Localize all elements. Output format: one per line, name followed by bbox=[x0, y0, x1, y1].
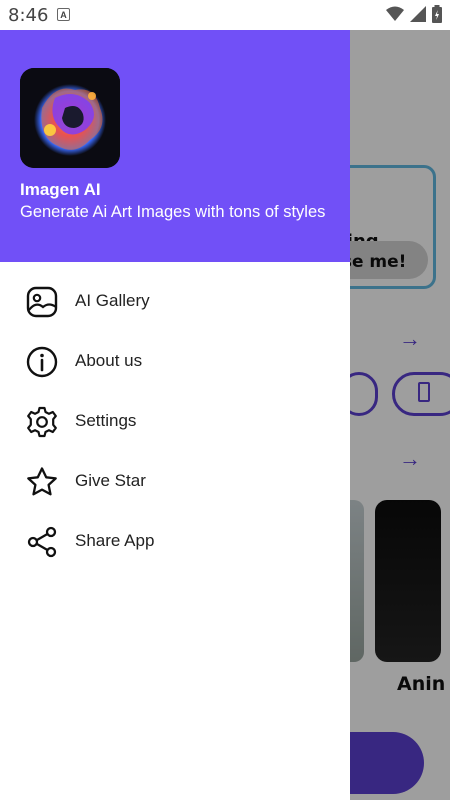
status-bar: 8:46 A bbox=[0, 0, 450, 30]
menu-item-share-app[interactable]: Share App bbox=[0, 512, 350, 572]
app-description: Generate Ai Art Images with tons of styl… bbox=[20, 203, 326, 221]
wifi-icon bbox=[386, 6, 404, 21]
drawer-header: Imagen AI Generate Ai Art Images with to… bbox=[0, 30, 350, 262]
gear-icon bbox=[27, 406, 57, 438]
battery-icon bbox=[432, 5, 442, 23]
signal-icon bbox=[410, 6, 426, 22]
drawer-menu: AI Gallery About us Settings Give Star S… bbox=[0, 272, 350, 572]
navigation-drawer: Imagen AI Generate Ai Art Images with to… bbox=[0, 30, 350, 800]
share-icon bbox=[27, 526, 57, 558]
app-name: Imagen AI bbox=[20, 180, 101, 199]
star-icon bbox=[27, 467, 57, 496]
menu-item-label: Share App bbox=[75, 531, 155, 550]
menu-item-label: Settings bbox=[75, 411, 137, 430]
app-logo bbox=[20, 68, 120, 168]
status-time: 8:46 bbox=[8, 5, 49, 26]
menu-item-give-star[interactable]: Give Star bbox=[0, 452, 350, 512]
menu-item-ai-gallery[interactable]: AI Gallery bbox=[0, 272, 350, 332]
menu-item-about-us[interactable]: About us bbox=[0, 332, 350, 392]
menu-item-label: About us bbox=[75, 351, 143, 370]
info-icon bbox=[26, 346, 58, 378]
menu-item-settings[interactable]: Settings bbox=[0, 392, 350, 452]
notification-indicator-icon: A bbox=[57, 8, 70, 21]
gallery-icon bbox=[26, 286, 58, 318]
menu-item-label: Give Star bbox=[75, 471, 146, 490]
status-icons bbox=[386, 5, 442, 23]
menu-item-label: AI Gallery bbox=[75, 291, 150, 310]
